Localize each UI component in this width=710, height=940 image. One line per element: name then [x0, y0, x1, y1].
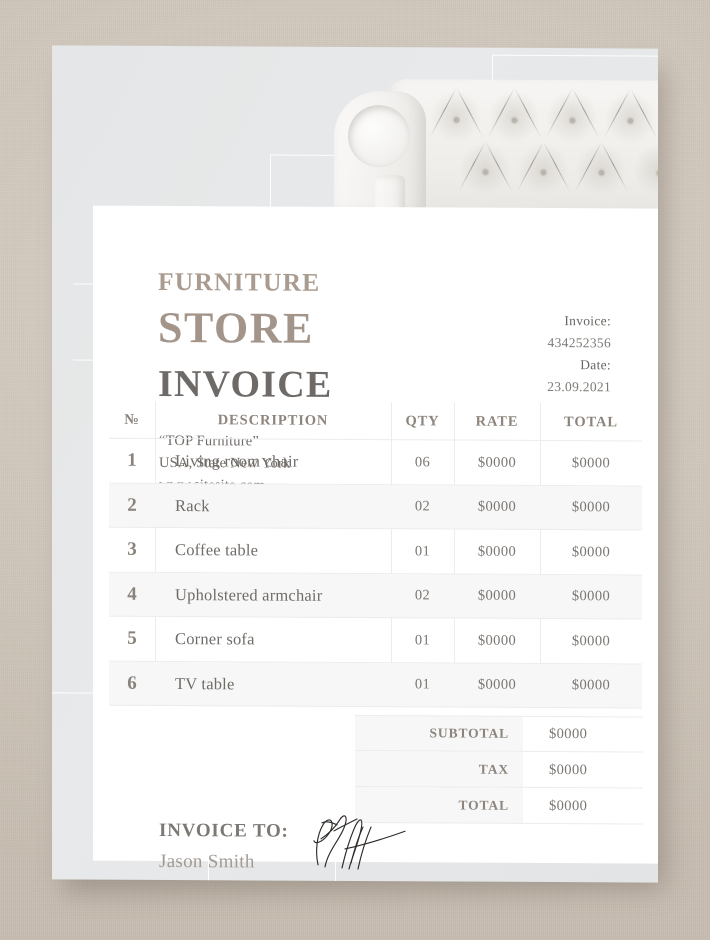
row-rate: $0000: [477, 454, 517, 471]
row-total: $0000: [571, 677, 611, 694]
sofa-arm-scroll: [348, 104, 410, 168]
row-qty: 02: [414, 498, 431, 515]
row-rate: $0000: [477, 587, 517, 605]
brand-heading-block: FURNITURE STORE INVOICE: [158, 266, 478, 406]
tax-value: $0000: [549, 761, 588, 778]
row-description: Living room chair: [175, 451, 299, 471]
table-row: 3 Coffee table 01 $0000 $0000: [109, 528, 642, 576]
row-qty: 06: [414, 454, 431, 471]
recipient-title: INVOICE TO:: [159, 819, 289, 842]
row-rate: $0000: [477, 676, 517, 694]
row-number: 5: [127, 628, 137, 650]
grand-total-value: $0000: [549, 797, 588, 814]
row-total: $0000: [571, 632, 611, 650]
row-number: 4: [127, 583, 137, 605]
row-number: 3: [127, 539, 137, 561]
column-header-rate: RATE: [475, 413, 519, 430]
row-number: 6: [127, 672, 137, 694]
table-row: 6 TV table 01 $0000 $0000: [109, 661, 642, 709]
row-description: Rack: [175, 495, 210, 515]
row-description: TV table: [175, 673, 235, 694]
subtotal-label: SUBTOTAL: [355, 715, 523, 752]
table-header-row: № DESCRIPTION QTY RATE TOTAL: [109, 401, 642, 442]
brand-line-furniture: FURNITURE: [158, 266, 321, 297]
invoice-content-card: FURNITURE STORE INVOICE “TOP Furniture” …: [93, 205, 658, 872]
tax-row: TAX $0000: [355, 751, 643, 789]
row-total: $0000: [571, 499, 611, 516]
row-rate: $0000: [477, 543, 517, 560]
invoice-date-value: 23.09.2021: [547, 378, 611, 394]
row-qty: 02: [414, 587, 431, 604]
recipient-block: INVOICE TO: Jason Smith: [159, 820, 289, 874]
row-total: $0000: [571, 454, 611, 472]
column-header-description: DESCRIPTION: [217, 411, 329, 429]
line-items-table: № DESCRIPTION QTY RATE TOTAL 1 Living ro…: [109, 400, 642, 709]
invoice-number-label: Invoice:: [564, 313, 611, 329]
row-qty: 01: [414, 676, 431, 693]
row-qty: 01: [414, 543, 431, 560]
column-header-no: №: [124, 411, 140, 428]
row-description: Upholstered armchair: [175, 584, 323, 605]
row-rate: $0000: [477, 632, 517, 649]
subtotal-row: SUBTOTAL $0000: [355, 715, 643, 753]
tax-label: TAX: [355, 751, 523, 788]
invoice-page: FURNITURE STORE INVOICE “TOP Furniture” …: [52, 45, 658, 883]
row-rate: $0000: [477, 498, 517, 516]
table-row: 1 Living room chair 06 $0000 $0000: [109, 439, 642, 487]
row-description: Corner sofa: [175, 629, 255, 649]
row-total: $0000: [571, 543, 611, 561]
row-description: Coffee table: [175, 540, 259, 560]
page-title: INVOICE: [158, 362, 333, 406]
invoice-meta-block: Invoice: 434252356 Date: 23.09.2021: [547, 310, 611, 398]
table-row: 4 Upholstered armchair 02 $0000 $0000: [109, 572, 642, 620]
table-row: 5 Corner sofa 01 $0000 $0000: [109, 617, 642, 665]
signature-icon: [313, 815, 406, 870]
row-qty: 01: [414, 632, 431, 649]
row-number: 1: [127, 450, 137, 472]
recipient-name: Jason Smith: [159, 850, 255, 873]
column-header-qty: QTY: [405, 412, 440, 429]
row-number: 2: [127, 494, 137, 516]
invoice-date-label: Date:: [580, 356, 611, 373]
invoice-number-value: 434252356: [547, 334, 611, 351]
table-row: 2 Rack 02 $0000 $0000: [109, 483, 642, 531]
column-header-total: TOTAL: [564, 413, 618, 430]
subtotal-value: $0000: [549, 725, 588, 742]
row-total: $0000: [571, 588, 611, 605]
brand-line-store: STORE: [158, 302, 314, 353]
backdrop-scene: FURNITURE STORE INVOICE “TOP Furniture” …: [0, 0, 710, 940]
